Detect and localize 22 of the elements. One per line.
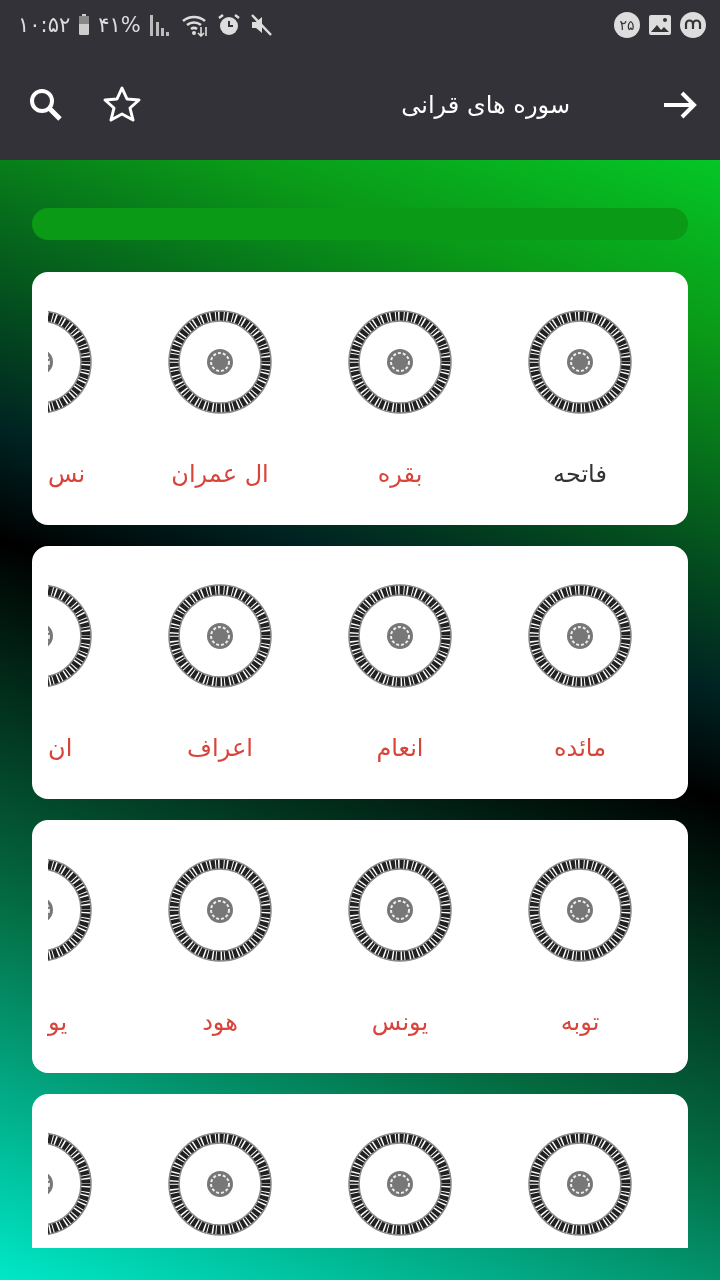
surah-name[interactable]: هود bbox=[202, 1008, 238, 1036]
surah-name[interactable]: یونس bbox=[371, 1008, 429, 1036]
surah-name[interactable]: فاتحه bbox=[553, 460, 607, 488]
surah-name[interactable]: انعام bbox=[376, 734, 424, 762]
screen-title: سوره های قرانی bbox=[401, 91, 570, 119]
surah-name[interactable]: نس bbox=[48, 460, 86, 488]
surah-name[interactable]: ان bbox=[48, 734, 73, 762]
clock-time: ۱۰:۵۲ bbox=[18, 13, 71, 37]
surah-name[interactable]: یو bbox=[48, 1008, 68, 1036]
battery-percent: ۴۱% bbox=[98, 13, 141, 37]
app-logo-icon bbox=[680, 12, 706, 38]
surah-name[interactable]: توبه bbox=[560, 1008, 600, 1036]
battery-icon bbox=[78, 14, 91, 36]
surah-name[interactable]: اعراف bbox=[187, 734, 253, 762]
alarm-icon bbox=[216, 13, 241, 37]
surah-name[interactable]: مائده bbox=[554, 734, 606, 762]
surah-name[interactable]: ال عمران bbox=[171, 460, 269, 488]
surah-name[interactable]: بقره bbox=[377, 460, 423, 488]
image-icon bbox=[648, 13, 672, 37]
notification-count: ۲۵ bbox=[614, 12, 640, 38]
wifi-icon bbox=[180, 13, 209, 37]
mute-icon bbox=[248, 13, 273, 37]
